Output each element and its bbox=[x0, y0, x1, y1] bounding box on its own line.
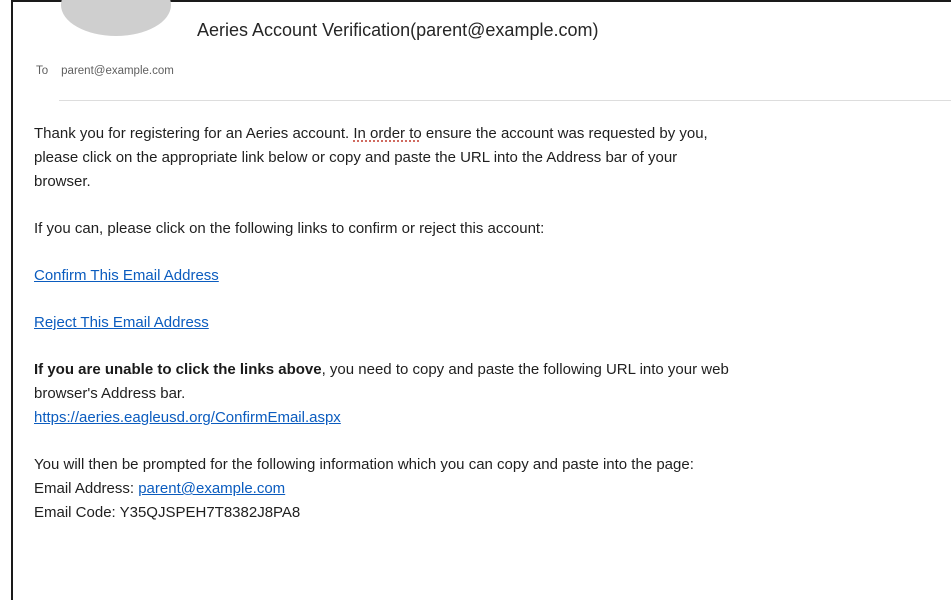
email-code-label: Email Code: bbox=[34, 504, 120, 521]
fallback-text: , you need to copy and paste the followi… bbox=[321, 361, 729, 378]
email-address-link[interactable]: parent@example.com bbox=[138, 480, 285, 497]
email-address-label: Email Address: bbox=[34, 480, 139, 497]
intro-text: Thank you for registering for an Aeries … bbox=[34, 125, 354, 142]
sender-avatar[interactable] bbox=[61, 0, 171, 36]
email-subject: Aeries Account Verification(parent@examp… bbox=[197, 20, 599, 40]
intro-paragraph-line3: browser. bbox=[34, 173, 91, 190]
fallback-paragraph-line2: browser's Address bar. bbox=[34, 385, 186, 402]
email-address-line: Email Address: parent@example.com bbox=[34, 477, 951, 501]
email-body: Thank you for registering for an Aeries … bbox=[34, 122, 951, 525]
to-label: To bbox=[36, 65, 49, 77]
email-code-value[interactable]: Y35QJSPEH7T8382J8PA8 bbox=[120, 504, 301, 521]
email-code-line: Email Code: Y35QJSPEH7T8382J8PA8 bbox=[34, 501, 951, 525]
intro-text-continued: ensure the account was requested by you, bbox=[421, 125, 708, 142]
fallback-paragraph-line1: If you are unable to click the links abo… bbox=[34, 358, 951, 382]
reject-email-link[interactable]: Reject This Email Address bbox=[34, 314, 209, 331]
intro-paragraph-line1: Thank you for registering for an Aeries … bbox=[34, 122, 951, 146]
confirm-url-link[interactable]: https://aeries.eagleusd.org/ConfirmEmail… bbox=[34, 409, 341, 426]
prompt-paragraph: You will then be prompted for the follow… bbox=[34, 456, 694, 473]
confirm-email-link[interactable]: Confirm This Email Address bbox=[34, 267, 219, 284]
instruction-paragraph: If you can, please click on the followin… bbox=[34, 220, 545, 237]
grammar-flagged-text[interactable]: In order to bbox=[353, 125, 421, 142]
header-divider bbox=[59, 100, 951, 101]
intro-paragraph-line2: please click on the appropriate link bel… bbox=[34, 149, 678, 166]
recipient-address[interactable]: parent@example.com bbox=[61, 65, 174, 77]
fallback-bold-text: If you are unable to click the links abo… bbox=[34, 361, 322, 378]
recipient-line: To parent@example.com bbox=[36, 65, 174, 77]
